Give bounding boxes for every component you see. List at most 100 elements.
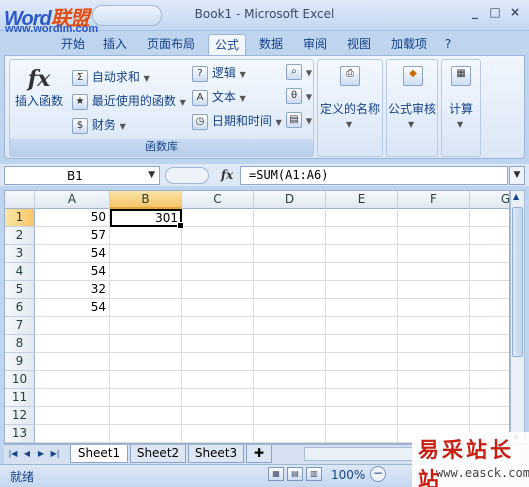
new-sheet-icon[interactable]: ✚ <box>246 445 272 463</box>
dropdown-icon: ▼ <box>179 98 186 107</box>
first-sheet-icon[interactable]: |◀ <box>7 447 19 461</box>
column-header-d[interactable]: D <box>254 191 326 209</box>
page-layout-view-icon[interactable]: ▤ <box>287 467 303 481</box>
cell-a6[interactable]: 54 <box>35 299 110 317</box>
help-icon[interactable]: ? <box>440 34 456 55</box>
watermark-url: www.wordlm.com <box>5 23 99 35</box>
row-header-4[interactable]: 4 <box>5 263 35 281</box>
tab-review[interactable]: 审阅 <box>298 34 332 55</box>
insert-function-button[interactable]: fx 插入函数 <box>14 66 64 109</box>
dropdown-icon: ▼ <box>305 68 312 78</box>
minimize-button[interactable]: _ <box>465 2 485 24</box>
active-cell-b1[interactable]: 301 <box>110 209 184 229</box>
dropdown-icon: ▼ <box>143 74 150 83</box>
math-button[interactable]: θ ▼ <box>286 88 312 104</box>
next-sheet-icon[interactable]: ▶ <box>35 447 47 461</box>
row-header-11[interactable]: 11 <box>5 389 35 407</box>
row-header-3[interactable]: 3 <box>5 245 35 263</box>
sheet-tab-3[interactable]: Sheet3 <box>188 445 244 463</box>
row-header-6[interactable]: 6 <box>5 299 35 317</box>
column-header-g[interactable]: G <box>470 191 509 209</box>
dropdown-icon: ▼ <box>457 120 464 129</box>
zoom-out-icon[interactable]: − <box>370 466 386 482</box>
column-header-a[interactable]: A <box>35 191 110 209</box>
star-icon: ★ <box>72 93 88 110</box>
row-header-10[interactable]: 10 <box>5 371 35 389</box>
tab-page-layout[interactable]: 页面布局 <box>142 34 200 55</box>
tab-formulas[interactable]: 公式 <box>208 34 246 55</box>
sheet-tab-2[interactable]: Sheet2 <box>130 445 186 463</box>
dropdown-icon: ▼ <box>275 118 282 127</box>
function-library-group: fx 插入函数 Σ 自动求和 ▼ ★ 最近使用的函数 ▼ $ 财务 ▼ ? 逻辑… <box>9 59 314 157</box>
row-header-7[interactable]: 7 <box>5 317 35 335</box>
lookup-button[interactable]: ⌕ ▼ <box>286 64 312 80</box>
column-header-b[interactable]: B <box>110 191 182 209</box>
recent-label: 最近使用的函数 <box>91 94 176 108</box>
more-functions-icon: ▤ <box>286 112 302 128</box>
window-controls: _ □ × <box>465 2 525 24</box>
group-label: 函数库 <box>10 139 313 156</box>
vertical-scrollbar[interactable]: ▲ ▼ <box>510 190 525 444</box>
cell-a5[interactable]: 32 <box>35 281 110 299</box>
column-header-e[interactable]: E <box>326 191 398 209</box>
row-header-5[interactable]: 5 <box>5 281 35 299</box>
name-box[interactable]: B1 ▼ <box>4 166 160 185</box>
tab-addins[interactable]: 加载项 <box>386 34 432 55</box>
scroll-thumb[interactable] <box>512 207 523 357</box>
autosum-button[interactable]: Σ 自动求和 ▼ <box>72 68 150 86</box>
row-header-1[interactable]: 1 <box>5 209 35 227</box>
row-header-13[interactable]: 13 <box>5 425 35 443</box>
money-icon: $ <box>72 117 88 134</box>
logical-label: 逻辑 <box>211 66 236 80</box>
tab-data[interactable]: 数据 <box>254 34 288 55</box>
restore-button[interactable]: □ <box>485 2 505 24</box>
close-button[interactable]: × <box>505 2 525 24</box>
sheet-tab-1[interactable]: Sheet1 <box>70 445 128 463</box>
tab-view[interactable]: 视图 <box>342 34 376 55</box>
cell-a1[interactable]: 50 <box>35 209 110 227</box>
audit-icon: ◆ <box>403 66 425 88</box>
horizontal-scrollbar[interactable] <box>304 447 414 461</box>
cell-a4[interactable]: 54 <box>35 263 110 281</box>
cell-a3[interactable]: 54 <box>35 245 110 263</box>
logic-icon: ? <box>192 65 208 82</box>
dropdown-icon: ▼ <box>346 120 353 129</box>
datetime-button[interactable]: ◷ 日期和时间 ▼ <box>192 112 282 130</box>
logical-button[interactable]: ? 逻辑 ▼ <box>192 64 246 82</box>
row-header-12[interactable]: 12 <box>5 407 35 425</box>
formula-auditing-group[interactable]: ◆ 公式审核 ▼ <box>386 59 438 157</box>
text-a-icon: A <box>192 89 208 106</box>
dropdown-icon[interactable]: ▼ <box>148 170 155 180</box>
worksheet-grid[interactable]: A B C D E F G 1 2 3 4 5 6 7 8 9 10 11 12 13 50 57 54… <box>4 190 510 444</box>
zoom-level[interactable]: 100% <box>331 468 365 482</box>
more-functions-button[interactable]: ▤ ▼ <box>286 112 312 128</box>
grid-line <box>35 424 509 425</box>
normal-view-icon[interactable]: ▦ <box>268 467 284 481</box>
column-header-c[interactable]: C <box>182 191 254 209</box>
row-header-9[interactable]: 9 <box>5 353 35 371</box>
row-header-2[interactable]: 2 <box>5 227 35 245</box>
scroll-up-icon[interactable]: ▲ <box>513 192 519 201</box>
column-header-f[interactable]: F <box>398 191 470 209</box>
defined-names-group[interactable]: ⎙ 定义的名称 ▼ <box>317 59 383 157</box>
prev-sheet-icon[interactable]: ◀ <box>21 447 33 461</box>
dropdown-icon: ▼ <box>408 120 415 129</box>
calculation-group[interactable]: ▦ 计算 ▼ <box>441 59 481 157</box>
insert-function-icon[interactable]: fx <box>216 166 238 185</box>
status-text: 就绪 <box>10 470 35 484</box>
formula-bar-divider[interactable] <box>165 167 209 184</box>
cell-a2[interactable]: 57 <box>35 227 110 245</box>
formula-input[interactable]: =SUM(A1:A6) <box>240 166 508 185</box>
calculator-icon: ▦ <box>451 66 473 88</box>
ribbon: fx 插入函数 Σ 自动求和 ▼ ★ 最近使用的函数 ▼ $ 财务 ▼ ? 逻辑… <box>4 55 525 159</box>
page-break-view-icon[interactable]: ▥ <box>306 467 322 481</box>
select-all-corner[interactable] <box>5 191 35 209</box>
stamp-url: www.easck.com <box>436 466 529 480</box>
recent-functions-button[interactable]: ★ 最近使用的函数 ▼ <box>72 92 186 110</box>
clock-icon: ◷ <box>192 113 208 130</box>
financial-button[interactable]: $ 财务 ▼ <box>72 116 126 134</box>
last-sheet-icon[interactable]: ▶| <box>49 447 61 461</box>
expand-formula-bar-icon[interactable]: ▼ <box>509 166 525 185</box>
text-button[interactable]: A 文本 ▼ <box>192 88 246 106</box>
row-header-8[interactable]: 8 <box>5 335 35 353</box>
